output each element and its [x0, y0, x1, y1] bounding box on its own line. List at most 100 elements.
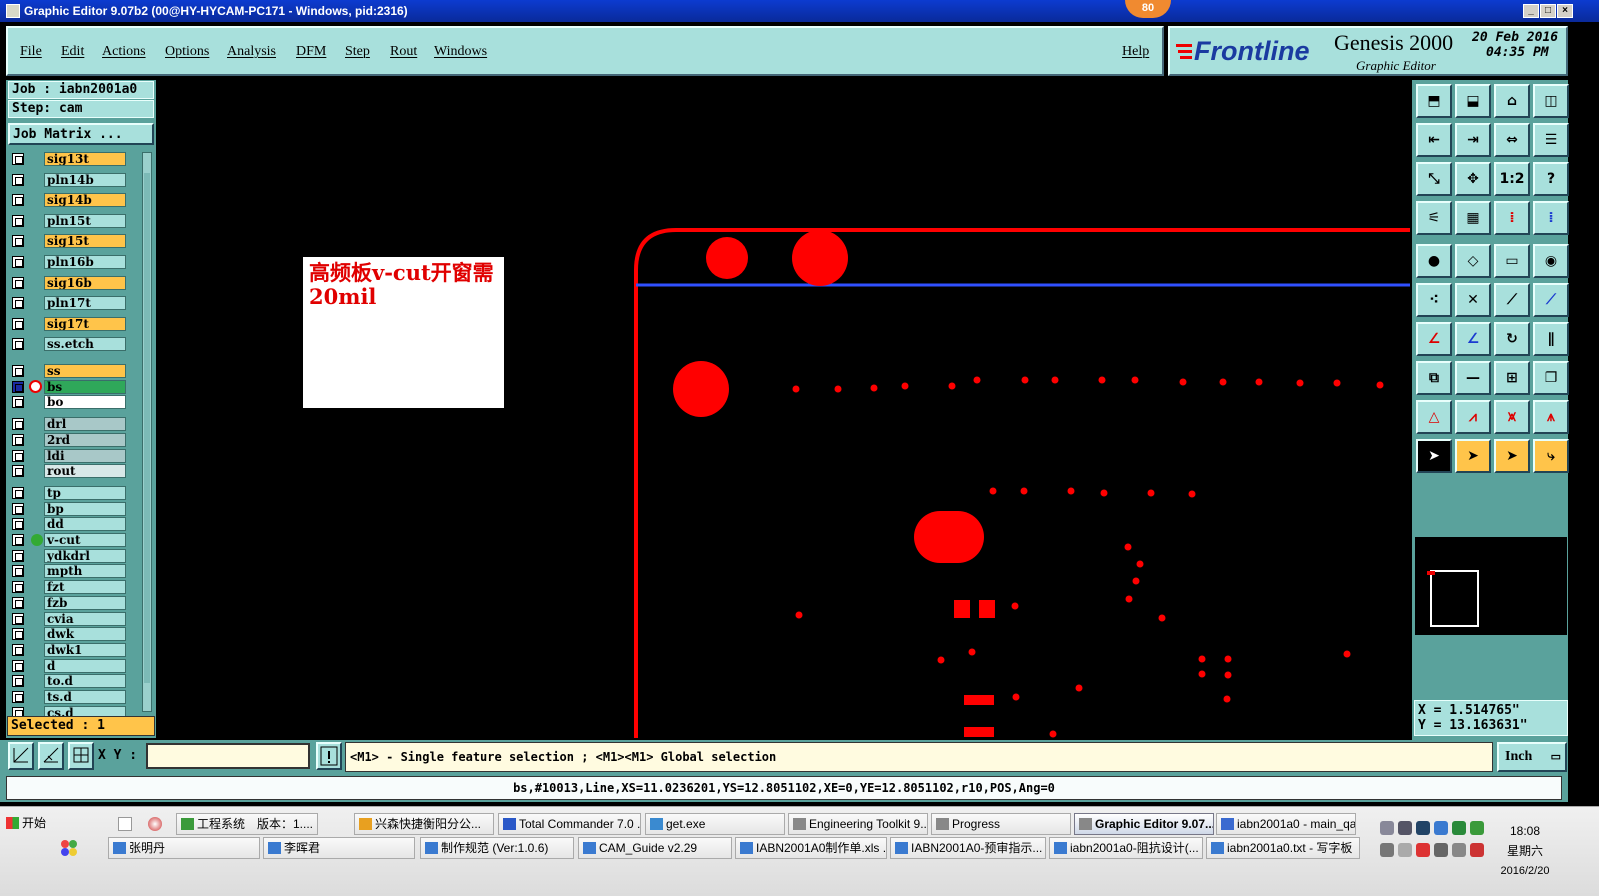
menu-dfm[interactable]: DFM	[296, 44, 326, 60]
via-pad[interactable]	[1012, 693, 1020, 701]
layer-row[interactable]: bo	[8, 395, 130, 410]
layer-row[interactable]: sig13t	[8, 152, 130, 166]
update-icon[interactable]	[1470, 843, 1484, 857]
menu-rout[interactable]: Rout	[390, 44, 417, 60]
layer-checkbox[interactable]	[12, 194, 24, 207]
layer-checkbox[interactable]	[12, 256, 24, 268]
layer-row[interactable]: rout	[8, 464, 130, 479]
taskbar-button[interactable]: 李晖君	[263, 837, 415, 859]
taskbar-button[interactable]: 制作规范 (Ver:1.0.6)	[420, 837, 574, 859]
layer-row[interactable]: fzb	[8, 595, 130, 610]
layer-row[interactable]: dwk	[8, 627, 130, 642]
pad-rect[interactable]	[964, 695, 994, 705]
show-desktop-icon[interactable]	[118, 817, 132, 831]
layer-checkbox[interactable]	[12, 365, 24, 377]
clock[interactable]: 18:08 星期六 2016/2/20	[1490, 821, 1560, 881]
chat-icon[interactable]	[1452, 821, 1466, 835]
shield-icon[interactable]	[1470, 821, 1484, 835]
grid-button[interactable]	[68, 742, 94, 770]
zoom-fit-button[interactable]: ⤡	[1416, 162, 1452, 196]
via-pad[interactable]	[1136, 560, 1144, 568]
line-node-button[interactable]: ⟋	[1494, 283, 1530, 317]
layer-name[interactable]: pln14b	[44, 172, 126, 187]
layer-checkbox[interactable]	[12, 418, 24, 431]
browser-icon[interactable]	[148, 817, 162, 831]
layer-checkbox[interactable]	[12, 396, 24, 409]
layer-row[interactable]: drl	[8, 417, 130, 432]
via-pad[interactable]	[1198, 670, 1206, 678]
taskbar-button[interactable]: IABN2001A0制作单.xls ...	[735, 837, 887, 859]
menu-help[interactable]: Help	[1122, 44, 1149, 60]
via-pad[interactable]	[948, 382, 956, 390]
layer-row[interactable]: pln15t	[8, 213, 130, 228]
pad-circle[interactable]	[706, 237, 748, 279]
start-button[interactable]: 开始	[2, 813, 58, 835]
volume-icon[interactable]	[1434, 843, 1448, 857]
via-pad[interactable]	[1158, 614, 1166, 622]
layer-name[interactable]: sig15t	[44, 234, 126, 249]
unit-selector[interactable]: Inch ▭	[1497, 742, 1567, 772]
via-pad[interactable]	[1051, 376, 1059, 384]
layer-row[interactable]: sig14b	[8, 193, 130, 208]
via-pad[interactable]	[1011, 602, 1019, 610]
via-pad[interactable]	[870, 384, 878, 392]
via-pad[interactable]	[973, 376, 981, 384]
connect-button[interactable]: ⁖	[1416, 283, 1452, 317]
layer-scrollbar[interactable]	[142, 152, 152, 712]
via-pad[interactable]	[1343, 650, 1351, 658]
via-pad[interactable]	[989, 487, 997, 495]
menu-windows[interactable]: Windows	[434, 44, 487, 60]
via-pad[interactable]	[1219, 378, 1227, 386]
slope-button[interactable]: ∠	[1416, 322, 1452, 356]
graphic-canvas[interactable]	[158, 80, 1410, 738]
split-button[interactable]: ☰	[1533, 123, 1569, 157]
open-button[interactable]: ⬒	[1416, 84, 1452, 118]
via-pad[interactable]	[1223, 695, 1231, 703]
menu-file[interactable]: File	[20, 44, 42, 60]
usb-icon[interactable]	[1380, 843, 1394, 857]
board-outline-line[interactable]	[634, 228, 1410, 738]
pad-button[interactable]: ●	[1416, 244, 1452, 278]
menu-edit[interactable]: Edit	[61, 44, 84, 60]
via-pad[interactable]	[1376, 381, 1384, 389]
grid-button[interactable]: ▦	[1455, 201, 1491, 235]
line-blue-button[interactable]: ⟋	[1533, 283, 1569, 317]
layer-checkbox[interactable]	[12, 596, 24, 609]
taskbar-button[interactable]: 兴森快捷衡阳分公...	[354, 813, 494, 835]
snap-button[interactable]	[38, 742, 64, 770]
taskbar-button[interactable]: Graphic Editor 9.07...	[1074, 813, 1214, 835]
layer-checkbox[interactable]	[12, 153, 24, 165]
layer-name[interactable]: bo	[44, 395, 126, 410]
layer-row[interactable]: ydkdrl	[8, 548, 130, 563]
taskbar-button[interactable]: Engineering Toolkit 9....	[788, 813, 928, 835]
layer-row[interactable]: ss.etch	[8, 337, 130, 352]
copy-button[interactable]: ⧉	[1416, 361, 1452, 395]
menu-analysis[interactable]: Analysis	[227, 44, 276, 60]
pad-circle[interactable]	[792, 230, 848, 286]
layer-name[interactable]: ss	[44, 364, 126, 378]
layer-name[interactable]: dwk	[44, 627, 126, 642]
layer-checkbox[interactable]	[12, 338, 24, 351]
via-pad[interactable]	[1131, 376, 1139, 384]
monitor-icon[interactable]	[1434, 821, 1448, 835]
target-button[interactable]: ◉	[1533, 244, 1569, 278]
layer-checkbox[interactable]	[12, 465, 24, 478]
layer-name[interactable]: sig17t	[44, 316, 126, 331]
window-icon[interactable]	[6, 4, 20, 18]
printer-icon[interactable]	[1452, 843, 1466, 857]
layer-checkbox[interactable]	[12, 675, 24, 688]
taskbar-button[interactable]: Progress	[931, 813, 1071, 835]
layer-checkbox[interactable]	[12, 433, 24, 446]
layer-name[interactable]: bs	[44, 379, 126, 394]
layer-row[interactable]: bp	[8, 501, 130, 516]
layer-name[interactable]: rout	[44, 464, 126, 479]
via-pad[interactable]	[1224, 655, 1232, 663]
layer-name[interactable]: ss.etch	[44, 337, 126, 352]
layer-red-button[interactable]: ⁞	[1494, 201, 1530, 235]
home-button[interactable]: ⌂	[1494, 84, 1530, 118]
layer-name[interactable]: fzt	[44, 580, 126, 595]
layer-row[interactable]: sig16b	[8, 275, 130, 290]
via-pad[interactable]	[1132, 577, 1140, 585]
layer-name[interactable]: fzb	[44, 595, 126, 610]
via-pad[interactable]	[1255, 378, 1263, 386]
